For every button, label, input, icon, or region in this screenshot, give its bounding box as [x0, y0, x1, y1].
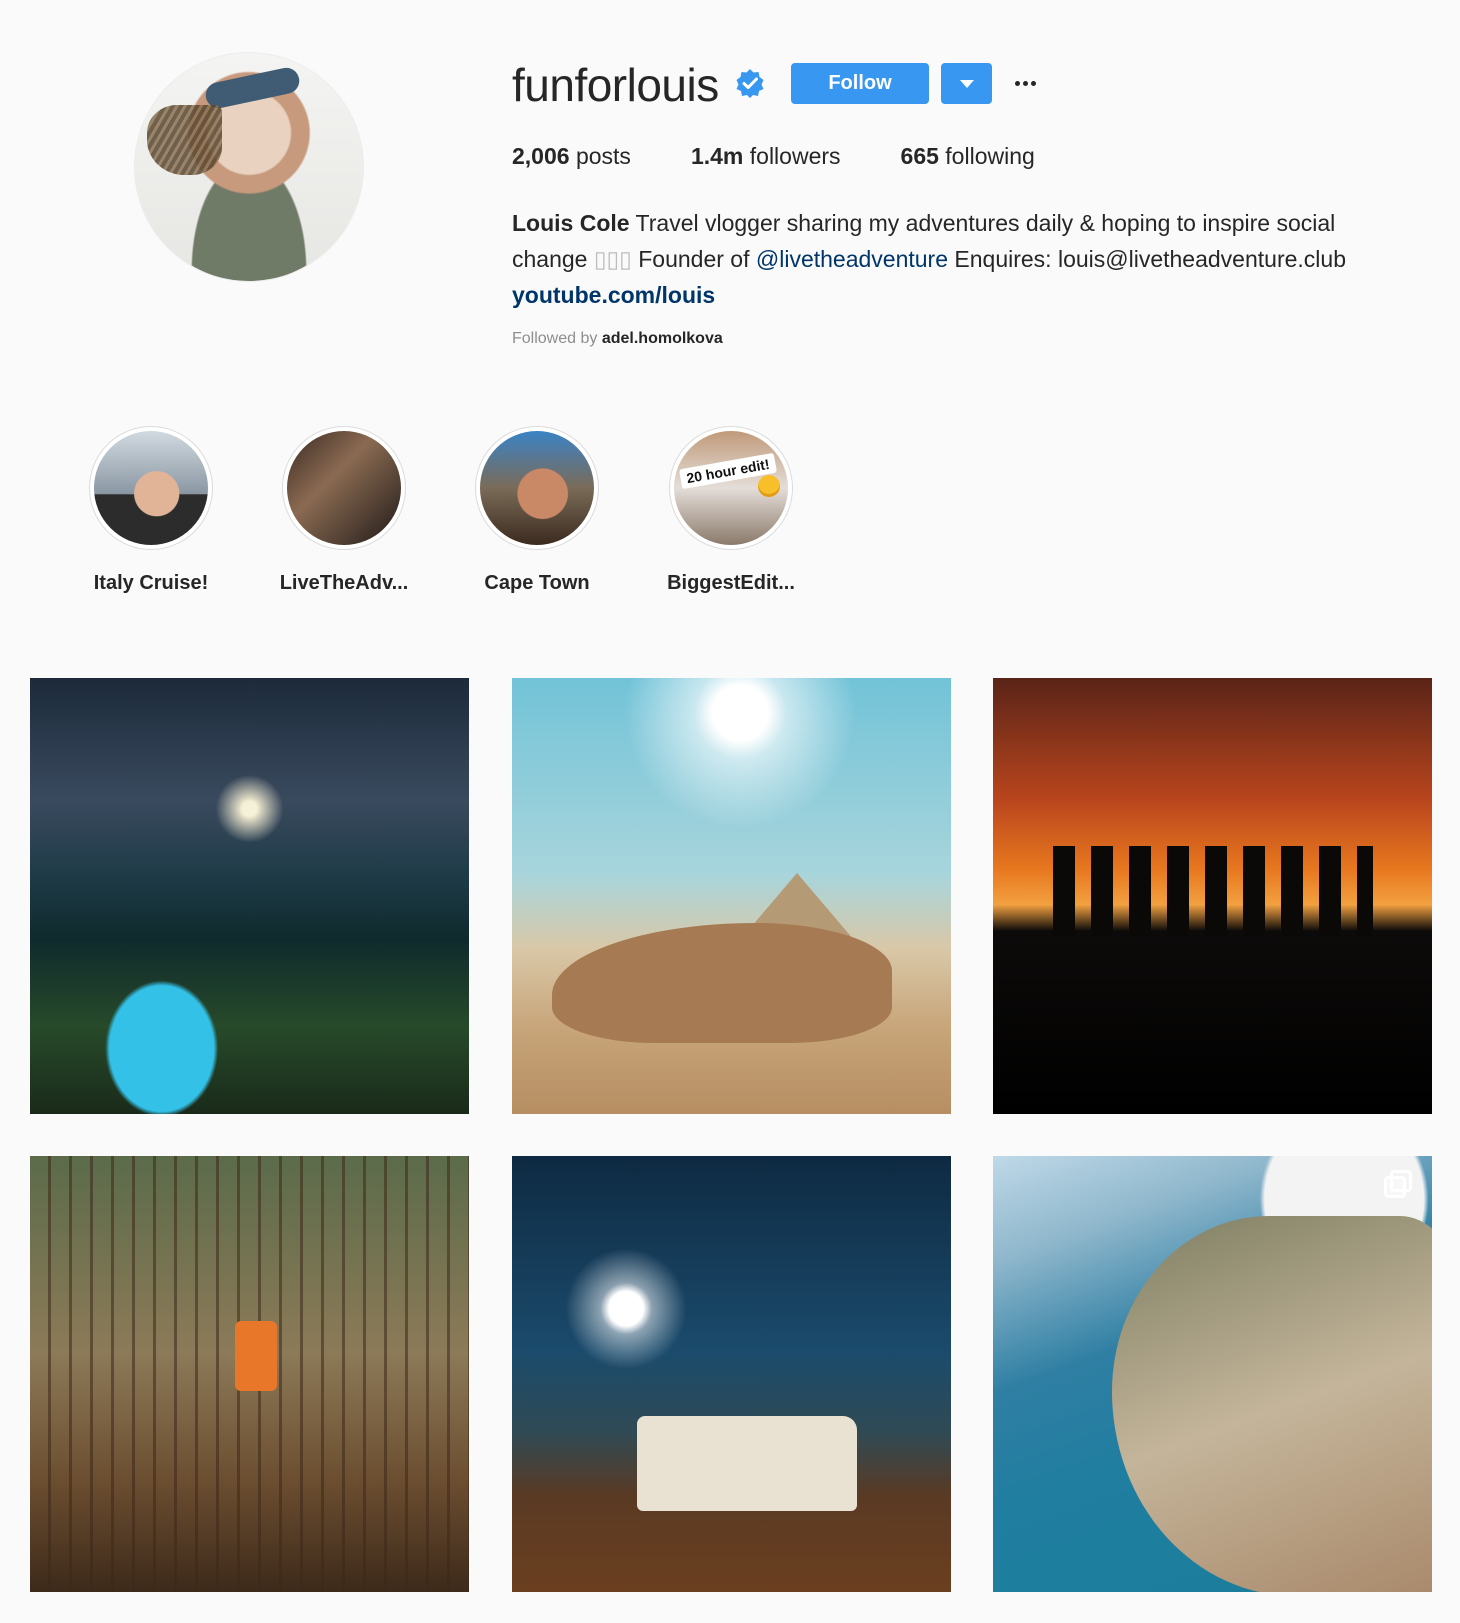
- bio-website-link[interactable]: youtube.com/louis: [512, 277, 1392, 313]
- post-thumbnail[interactable]: [30, 1156, 469, 1592]
- following-count: 665: [900, 143, 939, 169]
- post-thumbnail[interactable]: [993, 678, 1432, 1114]
- posts-stat: 2,006 posts: [512, 143, 631, 170]
- dropdown-caret-icon: [959, 79, 974, 88]
- story-highlight[interactable]: LiveTheAdv...: [274, 426, 414, 595]
- highlight-ring: 20 hour edit!: [669, 426, 793, 550]
- coastline-shape: [1112, 1216, 1432, 1592]
- camel-shape: [552, 923, 892, 1043]
- post-thumbnail[interactable]: [512, 1156, 951, 1592]
- highlight-cover: [287, 431, 401, 545]
- bus-shape: [637, 1416, 857, 1511]
- highlight-cover: [480, 431, 594, 545]
- profile-username: funforlouis: [512, 59, 719, 111]
- highlight-label: Cape Town: [484, 572, 590, 594]
- highlight-ring: [475, 426, 599, 550]
- backpack-shape: [235, 1321, 277, 1391]
- verified-badge-icon: [736, 69, 764, 98]
- posts-label: posts: [575, 143, 631, 169]
- post-thumbnail[interactable]: [993, 1156, 1432, 1592]
- highlight-ring: [282, 426, 406, 550]
- highlight-ring: [89, 426, 213, 550]
- multi-post-icon: [1384, 1170, 1414, 1200]
- story-highlight[interactable]: 20 hour edit! BiggestEdit...: [661, 426, 801, 595]
- story-highlight[interactable]: Italy Cruise!: [81, 426, 221, 595]
- bio-full-name: Louis Cole: [512, 210, 630, 236]
- following-label: following: [945, 143, 1035, 169]
- story-highlight[interactable]: Cape Town: [467, 426, 607, 595]
- post-thumbnail[interactable]: [512, 678, 951, 1114]
- bio-text-2: Founder of: [638, 246, 750, 272]
- posts-count: 2,006: [512, 143, 570, 169]
- followed-by-label: Followed by: [512, 330, 598, 347]
- highlight-label: LiveTheAdv...: [279, 572, 409, 594]
- post-thumbnail[interactable]: [30, 678, 469, 1114]
- highlight-cover: [94, 431, 208, 545]
- tired-face-emoji-icon: [758, 475, 780, 497]
- profile-page: funforlouis Follow 2,006 posts 1.4m foll…: [0, 0, 1460, 1623]
- bio-glyphs: ▯▯▯: [593, 246, 632, 272]
- bio-text-3: Enquires: louis@livetheadventure.club: [954, 246, 1346, 272]
- avatar-hair: [147, 105, 222, 175]
- followed-by-user[interactable]: adel.homolkova: [602, 330, 723, 347]
- follow-button[interactable]: Follow: [791, 63, 929, 104]
- highlight-cover: 20 hour edit!: [674, 431, 788, 545]
- profile-bio: Louis Cole Travel vlogger sharing my adv…: [512, 205, 1392, 313]
- following-stat[interactable]: 665 following: [901, 143, 1035, 170]
- followers-label: followers: [749, 143, 841, 169]
- highlight-label: BiggestEdit...: [667, 572, 795, 594]
- highlight-label: Italy Cruise!: [93, 572, 209, 594]
- more-options-icon[interactable]: [1010, 68, 1040, 98]
- profile-avatar[interactable]: [135, 53, 363, 281]
- profile-stats: 2,006 posts 1.4m followers 665 following: [512, 143, 1095, 170]
- avatar-headband: [203, 65, 302, 111]
- silhouettes-shape: [1053, 846, 1373, 936]
- suggested-dropdown-button[interactable]: [941, 63, 992, 104]
- bio-mention-link[interactable]: @livetheadventure: [756, 246, 948, 272]
- followers-count: 1.4m: [690, 143, 744, 169]
- followers-stat[interactable]: 1.4m followers: [691, 143, 841, 170]
- followed-by: Followed by adel.homolkova: [512, 330, 723, 348]
